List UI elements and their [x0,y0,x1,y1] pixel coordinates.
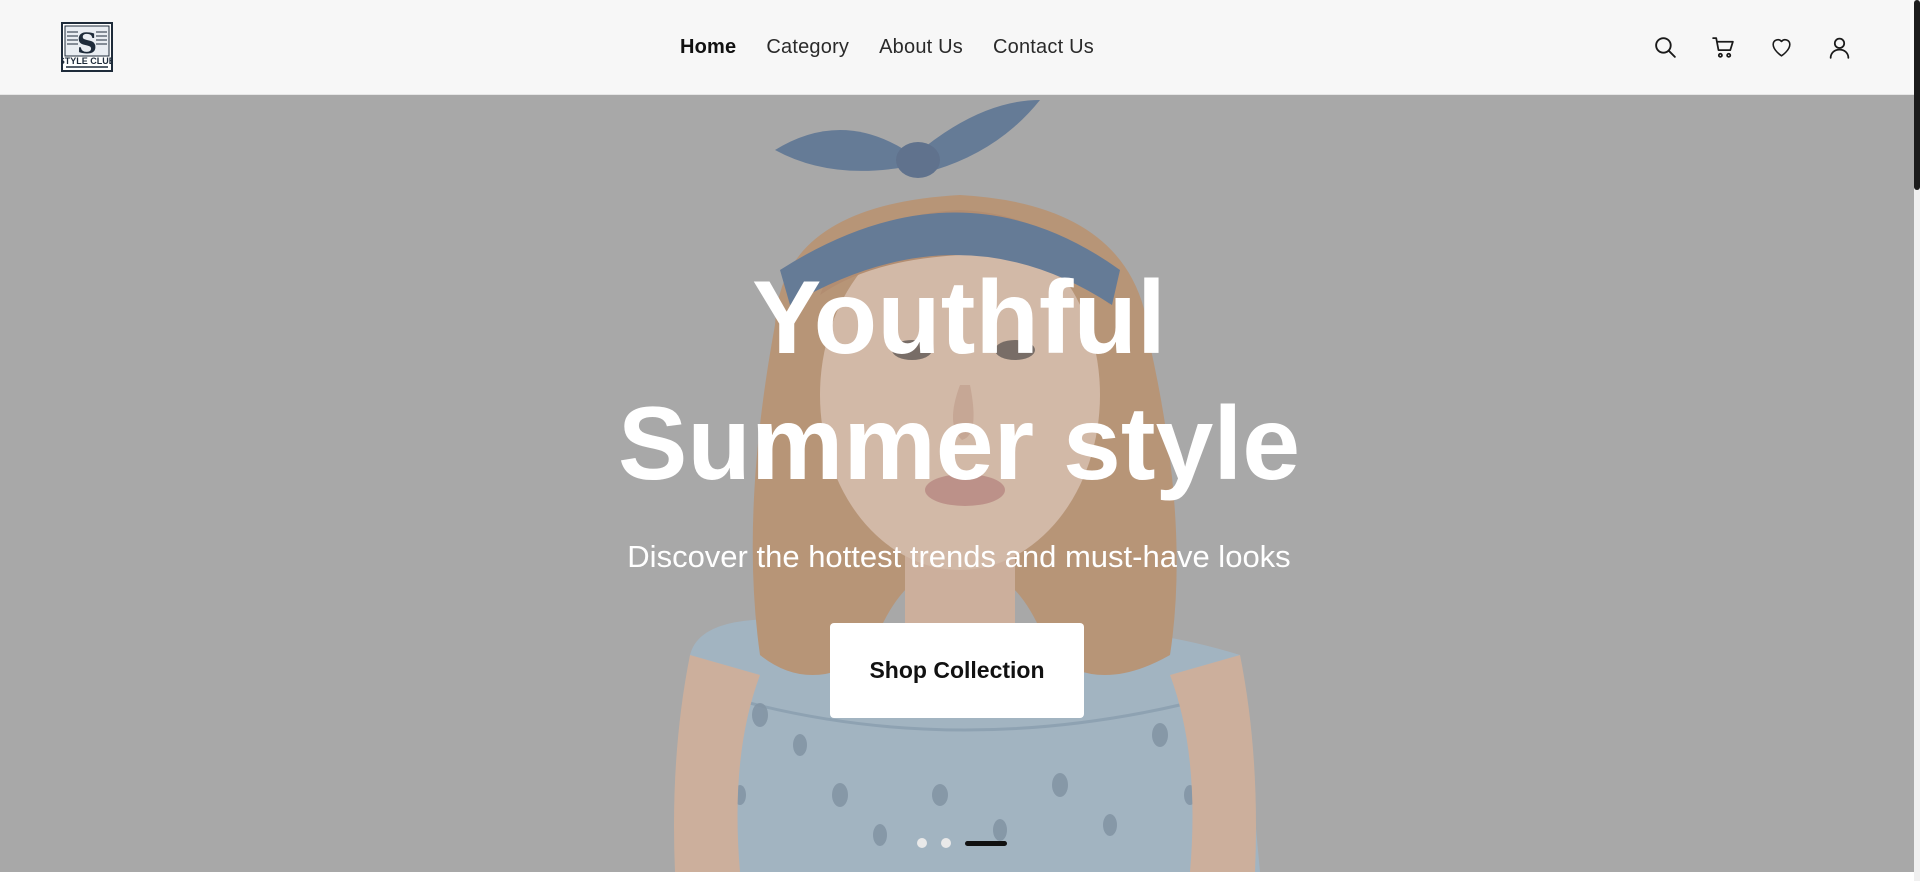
hero-title-line-2: Summer style [617,386,1301,502]
search-icon[interactable] [1653,35,1678,60]
cart-icon[interactable] [1711,35,1736,60]
carousel-dot-2[interactable] [941,838,951,848]
page-scrollbar[interactable] [1914,0,1920,881]
hero-subtitle: Discover the hottest trends and must-hav… [627,539,1291,574]
main-nav: Home Category About Us Contact Us [680,0,1094,95]
header-actions [1653,0,1852,95]
site-header: S STYLE CLUB Home Category About Us Cont… [0,0,1918,95]
nav-about-us[interactable]: About Us [879,36,963,59]
hero-banner: Youthful Summer style Discover the hotte… [0,95,1918,872]
shop-collection-button[interactable]: Shop Collection [830,623,1084,718]
nav-contact-us[interactable]: Contact Us [993,36,1094,59]
page-bottom-edge [0,872,1918,881]
carousel-dot-1[interactable] [917,838,927,848]
user-icon[interactable] [1827,35,1852,60]
hero-content: Youthful Summer style Discover the hotte… [0,95,1918,872]
hero-title-line-1: Youthful [752,260,1166,376]
heart-icon[interactable] [1769,35,1794,60]
style-club-logo[interactable]: S STYLE CLUB [59,22,116,72]
nav-home[interactable]: Home [680,36,736,59]
logo-wordmark: STYLE CLUB [61,56,113,66]
page: S STYLE CLUB Home Category About Us Cont… [0,0,1920,881]
scrollbar-thumb[interactable] [1914,0,1920,190]
carousel-indicators [0,838,1918,848]
hero-title: Youthful Summer style [0,255,1918,507]
carousel-dot-3-active[interactable] [965,840,1007,846]
nav-category[interactable]: Category [766,36,849,59]
